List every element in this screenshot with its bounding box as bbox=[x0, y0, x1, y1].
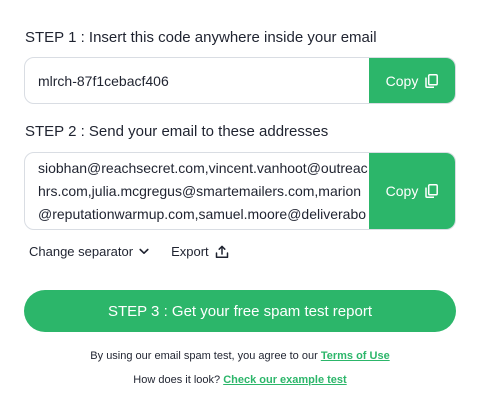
copy-code-label: Copy bbox=[385, 72, 419, 89]
step2-label: STEP 2 : Send your email to these addres… bbox=[25, 123, 329, 140]
export-label: Export bbox=[171, 244, 209, 259]
copy-addresses-label: Copy bbox=[385, 183, 419, 199]
example-prefix: How does it look? bbox=[133, 374, 221, 386]
get-report-button[interactable]: STEP 3 : Get your free spam test report bbox=[24, 290, 456, 332]
change-separator-button[interactable]: Change separator bbox=[29, 244, 149, 259]
change-separator-label: Change separator bbox=[29, 244, 134, 259]
copy-icon bbox=[425, 184, 439, 198]
terms-link[interactable]: Terms of Use bbox=[321, 350, 390, 362]
example-note: How does it look? Check our example test bbox=[0, 374, 480, 386]
copy-icon bbox=[425, 73, 439, 88]
chevron-down-icon bbox=[139, 248, 149, 254]
addresses-field: siobhan@reachsecret.com,vincent.vanhoot@… bbox=[24, 152, 456, 230]
example-link[interactable]: Check our example test bbox=[223, 374, 347, 386]
addresses-value[interactable]: siobhan@reachsecret.com,vincent.vanhoot@… bbox=[25, 153, 369, 229]
spam-test-panel: STEP 1 : Insert this code anywhere insid… bbox=[0, 0, 480, 415]
address-tools: Change separator Export bbox=[29, 244, 229, 259]
copy-code-button[interactable]: Copy bbox=[369, 58, 455, 103]
code-field: mlrch-87f1cebacf406 Copy bbox=[24, 57, 456, 104]
code-value[interactable]: mlrch-87f1cebacf406 bbox=[25, 58, 369, 103]
terms-note: By using our email spam test, you agree … bbox=[0, 350, 480, 362]
step1-label: STEP 1 : Insert this code anywhere insid… bbox=[25, 29, 377, 46]
export-button[interactable]: Export bbox=[171, 244, 229, 259]
terms-prefix: By using our email spam test, you agree … bbox=[90, 350, 318, 362]
export-icon bbox=[215, 245, 228, 258]
copy-addresses-button[interactable]: Copy bbox=[369, 153, 455, 229]
